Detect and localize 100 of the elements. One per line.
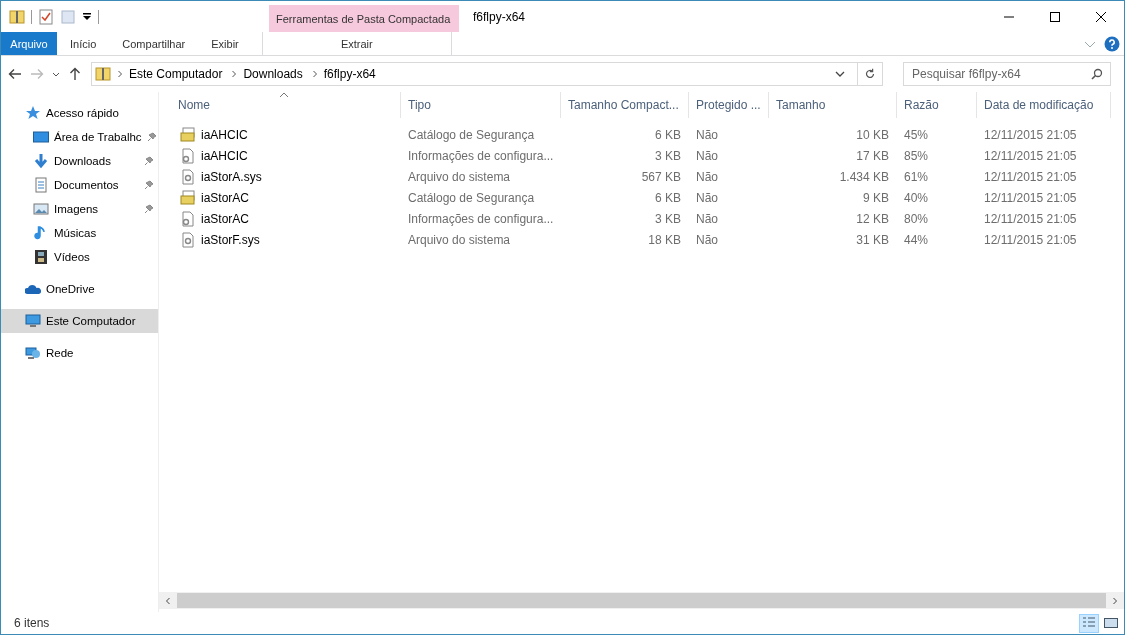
chevron-icon[interactable] (310, 70, 319, 78)
nav-pane-label: Downloads (54, 155, 111, 167)
file-tab[interactable]: Arquivo (1, 32, 57, 55)
column-header-label: Protegido ... (696, 98, 761, 112)
item-count: 6 itens (14, 616, 50, 630)
file-row[interactable]: iaAHCIC Catálogo de Segurança 6 KB Não 10 KB 45% 12/11/2015 21:05 (171, 124, 1111, 145)
certificate-file-icon (180, 126, 196, 143)
properties-icon[interactable] (38, 8, 54, 25)
table-cell: 12/11/2015 21:05 (984, 211, 1077, 226)
forward-arrow-icon[interactable] (29, 66, 45, 82)
table-cell: 9 KB (863, 190, 889, 205)
computer-icon (25, 313, 41, 329)
column-header[interactable]: Tamanho (769, 92, 897, 118)
file-row[interactable]: iaAHCIC Informações de configura... 3 KB Não 17 KB 85% 12/11/2015 21:05 (171, 145, 1111, 166)
scroll-left-icon[interactable] (164, 596, 172, 605)
nav-pane-item[interactable]: OneDrive (1, 277, 158, 301)
ribbon-tab[interactable]: Compartilhar (109, 32, 199, 55)
table-cell: iaAHCIC (201, 127, 248, 142)
scrollbar-thumb[interactable] (177, 593, 1106, 608)
nav-pane-item[interactable]: Acesso rápido (1, 101, 158, 125)
table-cell: 3 KB (655, 211, 681, 226)
table-cell: 61% (904, 169, 929, 184)
table-cell: 17 KB (856, 148, 889, 163)
table-cell: Catálogo de Segurança (408, 190, 535, 205)
column-header[interactable]: Tipo (401, 92, 561, 118)
table-cell: 12 KB (856, 211, 889, 226)
column-header[interactable]: Tamanho Compact... (561, 92, 689, 118)
file-row[interactable]: iaStorAC Catálogo de Segurança 6 KB Não 9 KB 40% 12/11/2015 21:05 (171, 187, 1111, 208)
table-cell: 12/11/2015 21:05 (984, 232, 1077, 247)
table-cell: 18 KB (648, 232, 681, 247)
column-header-label: Data de modificação (984, 98, 1094, 112)
certificate-file-icon (180, 189, 196, 206)
table-cell: 12/11/2015 21:05 (984, 169, 1077, 184)
nav-pane-item[interactable]: Este Computador (1, 309, 158, 333)
nav-pane-item[interactable]: Músicas (1, 221, 158, 245)
table-cell: 3 KB (655, 148, 681, 163)
nav-pane-label: Este Computador (46, 315, 136, 327)
search-icon (1091, 68, 1103, 80)
table-cell: iaAHCIC (201, 148, 248, 163)
address-bar[interactable]: Este Computador Downloads f6flpy-x64 (91, 62, 883, 86)
up-arrow-icon[interactable] (67, 66, 83, 82)
table-cell: iaStorA.sys (201, 169, 262, 184)
nav-pane-item[interactable]: Rede (1, 341, 158, 365)
ribbon-tab[interactable]: Exibir (198, 32, 252, 55)
scroll-right-icon[interactable] (1111, 596, 1119, 605)
table-cell: Catálogo de Segurança (408, 127, 535, 142)
table-cell: 12/11/2015 21:05 (984, 148, 1077, 163)
refresh-icon[interactable] (863, 67, 877, 81)
column-header-label: Tamanho Compact... (568, 98, 679, 112)
table-cell: Não (696, 232, 718, 247)
system-file-icon (180, 231, 196, 248)
nav-pane-label: Rede (46, 347, 74, 359)
nav-pane-item[interactable]: Vídeos (1, 245, 158, 269)
zip-folder-icon[interactable] (9, 8, 25, 25)
file-row[interactable]: iaStorA.sys Arquivo do sistema 567 KB Não 1.434 KB 61% 12/11/2015 21:05 (171, 166, 1111, 187)
help-icon[interactable] (1104, 35, 1120, 52)
table-cell: iaStorAC (201, 190, 250, 205)
column-header[interactable]: Nome (171, 92, 401, 118)
column-header[interactable]: Protegido ... (689, 92, 769, 118)
file-row[interactable]: iaStorF.sys Arquivo do sistema 18 KB Não 31 KB 44% 12/11/2015 21:05 (171, 229, 1111, 250)
new-folder-icon[interactable] (60, 8, 76, 25)
customize-dropdown-icon[interactable] (82, 11, 92, 22)
column-header-label: Tamanho (776, 98, 826, 112)
table-cell: Informações de configura... (408, 211, 554, 226)
column-header-label: Nome (178, 98, 210, 112)
chevron-icon[interactable] (230, 70, 239, 78)
table-cell: 12/11/2015 21:05 (984, 190, 1077, 205)
table-cell: Não (696, 169, 718, 184)
search-field[interactable]: Pesquisar f6flpy-x64 (903, 62, 1111, 86)
nav-pane-label: Imagens (54, 203, 99, 215)
back-arrow-icon[interactable] (7, 66, 23, 82)
column-header-label: Razão (904, 98, 939, 112)
ribbon-tab[interactable]: Extrair (261, 32, 452, 55)
ribbon-tab[interactable]: Início (57, 32, 110, 55)
breadcrumb[interactable]: f6flpy-x64 (323, 67, 376, 81)
table-cell: 567 KB (641, 169, 681, 184)
table-cell: 12/11/2015 21:05 (984, 127, 1077, 142)
column-header[interactable]: Razão (897, 92, 977, 118)
column-header[interactable]: Data de modificação (977, 92, 1111, 118)
table-cell: 1.434 KB (839, 169, 889, 184)
table-cell: 80% (904, 211, 929, 226)
table-cell: 6 KB (655, 127, 681, 142)
contextual-tab-group-header: Ferramentas de Pasta Compactada (269, 5, 459, 32)
nav-pane-item[interactable]: Downloads (1, 149, 158, 173)
nav-pane-item[interactable]: Imagens (1, 197, 158, 221)
settings-file-icon (180, 210, 196, 227)
table-cell: Não (696, 211, 718, 226)
breadcrumb[interactable]: Downloads (243, 67, 303, 81)
file-row[interactable]: iaStorAC Informações de configura... 3 KB Não 12 KB 80% 12/11/2015 21:05 (171, 208, 1111, 229)
picture-view-icon (1103, 615, 1119, 631)
network-icon (25, 345, 41, 361)
table-cell: iaStorF.sys (201, 232, 260, 247)
nav-pane-item[interactable]: Área de Trabalhc (1, 125, 158, 149)
chevron-icon[interactable] (116, 70, 124, 78)
document-icon (33, 177, 49, 193)
nav-pane-label: Vídeos (54, 251, 90, 263)
table-cell: 31 KB (856, 232, 889, 247)
breadcrumb[interactable]: Este Computador (129, 67, 223, 81)
nav-pane-item[interactable]: Documentos (1, 173, 158, 197)
table-cell: Não (696, 148, 718, 163)
